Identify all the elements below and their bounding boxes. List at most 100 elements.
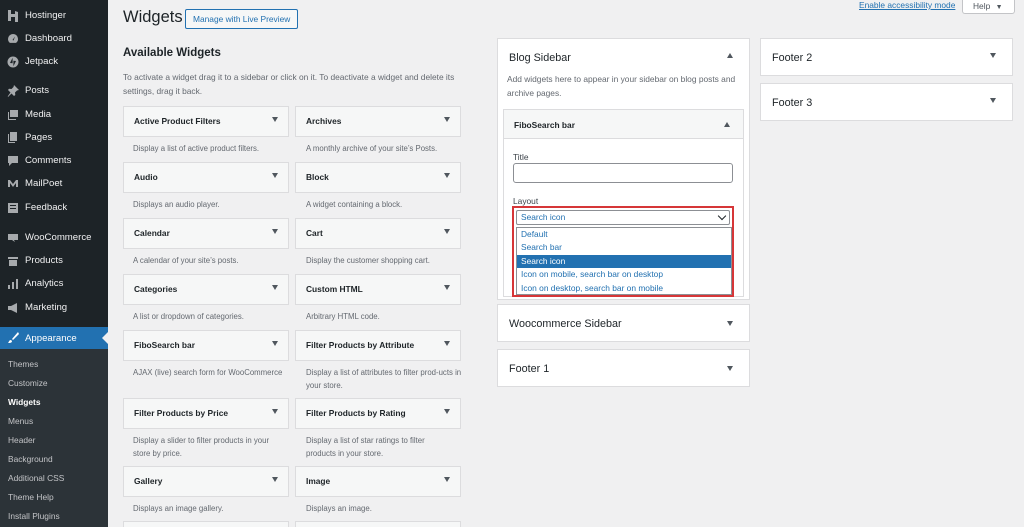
widget-description: Display the customer shopping cart. [306,256,430,265]
sidebar-item-mailpoet[interactable]: MailPoet [0,172,108,195]
caret-down-icon [272,285,278,290]
submenu-themes[interactable]: Themes [8,357,38,371]
widget-archives[interactable]: Archives [295,106,461,137]
woocommerce-sidebar-area[interactable]: Woocommerce Sidebar [497,304,750,342]
caret-down-icon [272,409,278,414]
caret-down-icon [272,173,278,178]
widget-description: Display a list of attributes to filter p… [306,368,462,390]
widget-image[interactable]: Image [295,466,461,497]
sidebar-item-comments[interactable]: Comments [0,149,108,172]
hostinger-icon [6,9,20,23]
blog-sidebar-description: Add widgets here to appear in your sideb… [507,74,736,98]
submenu-widgets[interactable]: Widgets [8,395,41,409]
submenu-install-plugins[interactable]: Install Plugins [8,509,60,523]
layout-select-value: Search icon [521,212,566,222]
woocommerce-icon [6,231,20,245]
admin-sidebar: Hostinger Dashboard Jetpack Posts Media … [0,0,108,527]
caret-down-icon: ▼ [995,4,1003,11]
widget-description: A list or dropdown of categories. [133,312,244,321]
products-icon [6,254,20,268]
sidebar-item-media[interactable]: Media [0,103,108,126]
caret-down-icon [990,53,996,58]
widget-filter-products-by-rating[interactable]: Filter Products by Rating [295,398,461,429]
title-field-label: Title [513,152,529,162]
sidebar-item-marketing[interactable]: Marketing [0,296,108,319]
widget-next[interactable] [295,521,461,527]
caret-down-icon [990,98,996,103]
widget-audio[interactable]: Audio [123,162,289,193]
analytics-icon [6,277,20,291]
title-input[interactable] [513,163,733,183]
caret-up-icon[interactable] [724,122,730,127]
sidebar-item-products[interactable]: Products [0,249,108,272]
fibosearch-widget-title: FiboSearch bar [514,120,575,130]
layout-option-icon-mobile[interactable]: Icon on mobile, search bar on desktop [517,268,731,281]
submenu-background[interactable]: Background [8,452,53,466]
widget-categories[interactable]: Categories [123,274,289,305]
caret-down-icon [272,117,278,122]
layout-option-default[interactable]: Default [517,228,731,241]
widget-description: AJAX (live) search form for WooCommerce [133,368,283,377]
sidebar-item-pages[interactable]: Pages [0,126,108,149]
layout-option-search-bar[interactable]: Search bar [517,241,731,254]
widget-description: A widget containing a block. [306,200,403,209]
widget-fibosearch-bar[interactable]: FiboSearch bar [123,330,289,361]
jetpack-icon [6,55,20,69]
media-icon [6,108,20,122]
manage-live-preview-button[interactable]: Manage with Live Preview [185,9,299,29]
submenu-menus[interactable]: Menus [8,414,33,428]
blog-sidebar-title[interactable]: Blog Sidebar [509,52,571,64]
widget-custom-html[interactable]: Custom HTML [295,274,461,305]
help-label: Help [973,1,991,11]
widget-description: Displays an audio player. [133,200,220,209]
footer-3-title: Footer 3 [772,97,813,109]
footer-2-area[interactable]: Footer 2 [760,38,1013,76]
sidebar-item-woocommerce[interactable]: WooCommerce [0,226,108,249]
available-widgets-title: Available Widgets [123,47,221,59]
fibosearch-widget-header[interactable]: FiboSearch bar [504,110,743,139]
sidebar-item-analytics[interactable]: Analytics [0,272,108,295]
widget-description: Displays an image gallery. [133,504,224,513]
caret-down-icon [444,285,450,290]
sidebar-item-appearance[interactable]: Appearance [0,327,108,349]
sidebar-item-feedback[interactable]: Feedback [0,196,108,219]
sidebar-item-dashboard[interactable]: Dashboard [0,27,108,50]
widget-filter-products-by-attribute[interactable]: Filter Products by Attribute [295,330,461,361]
layout-select[interactable]: Search icon [516,210,730,225]
mailpoet-icon [6,177,20,191]
submenu-additional-css[interactable]: Additional CSS [8,471,64,485]
dashboard-icon [6,32,20,46]
widget-active-product-filters[interactable]: Active Product Filters [123,106,289,137]
widget-next[interactable] [123,521,289,527]
footer-1-area[interactable]: Footer 1 [497,349,750,387]
layout-option-search-icon[interactable]: Search icon [517,254,731,269]
sidebar-item-jetpack[interactable]: Jetpack [0,50,108,73]
help-button[interactable]: Help ▼ [962,0,1015,14]
layout-option-icon-desktop[interactable]: Icon on desktop, search bar on mobile [517,282,731,295]
caret-down-icon [444,477,450,482]
submenu-customize[interactable]: Customize [8,376,48,390]
accessibility-mode-link[interactable]: Enable accessibility mode [859,0,955,10]
caret-down-icon [444,409,450,414]
chevron-down-icon [717,211,727,221]
submenu-header[interactable]: Header [8,433,35,447]
caret-down-icon [727,321,733,326]
widget-block[interactable]: Block [295,162,461,193]
widget-description: Display a slider to filter products in y… [133,436,270,458]
current-menu-arrow [102,332,108,344]
caret-down-icon [444,229,450,234]
page-title: Widgets [123,8,183,26]
widget-cart[interactable]: Cart [295,218,461,249]
widget-filter-products-by-price[interactable]: Filter Products by Price [123,398,289,429]
caret-down-icon [444,117,450,122]
sidebar-item-posts[interactable]: Posts [0,79,108,102]
sidebar-item-hostinger[interactable]: Hostinger [0,4,108,27]
marketing-icon [6,301,20,315]
footer-3-area[interactable]: Footer 3 [760,83,1013,121]
caret-down-icon [272,341,278,346]
caret-down-icon [272,229,278,234]
submenu-theme-help[interactable]: Theme Help [8,490,54,504]
caret-up-icon[interactable] [727,53,733,58]
widget-calendar[interactable]: Calendar [123,218,289,249]
widget-gallery[interactable]: Gallery [123,466,289,497]
